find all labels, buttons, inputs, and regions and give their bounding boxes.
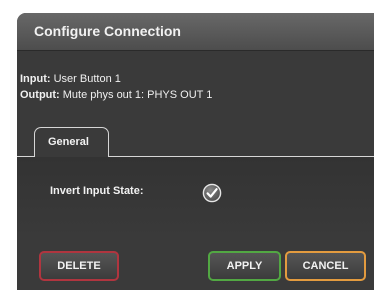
general-panel [17, 157, 374, 239]
input-info: Input: User Button 1 [20, 73, 121, 85]
input-value: User Button 1 [53, 73, 121, 85]
delete-button[interactable]: DELETE [39, 251, 119, 281]
dialog-titlebar: Configure Connection [17, 13, 374, 51]
output-info: Output: Mute phys out 1: PHYS OUT 1 [20, 89, 212, 101]
tab-general-label: General [48, 136, 89, 148]
invert-input-state-checkbox[interactable] [202, 183, 222, 203]
input-label: Input: [20, 73, 51, 85]
cancel-button[interactable]: CANCEL [285, 251, 366, 281]
configure-connection-dialog: Configure Connection Input: User Button … [17, 13, 374, 290]
invert-input-state-label: Invert Input State: [50, 185, 144, 197]
tab-general[interactable]: General [34, 127, 109, 157]
apply-button[interactable]: APPLY [208, 251, 281, 281]
output-label: Output: [20, 89, 60, 101]
check-circle-icon [202, 183, 222, 203]
dialog-title: Configure Connection [34, 23, 181, 39]
output-value: Mute phys out 1: PHYS OUT 1 [62, 89, 213, 101]
